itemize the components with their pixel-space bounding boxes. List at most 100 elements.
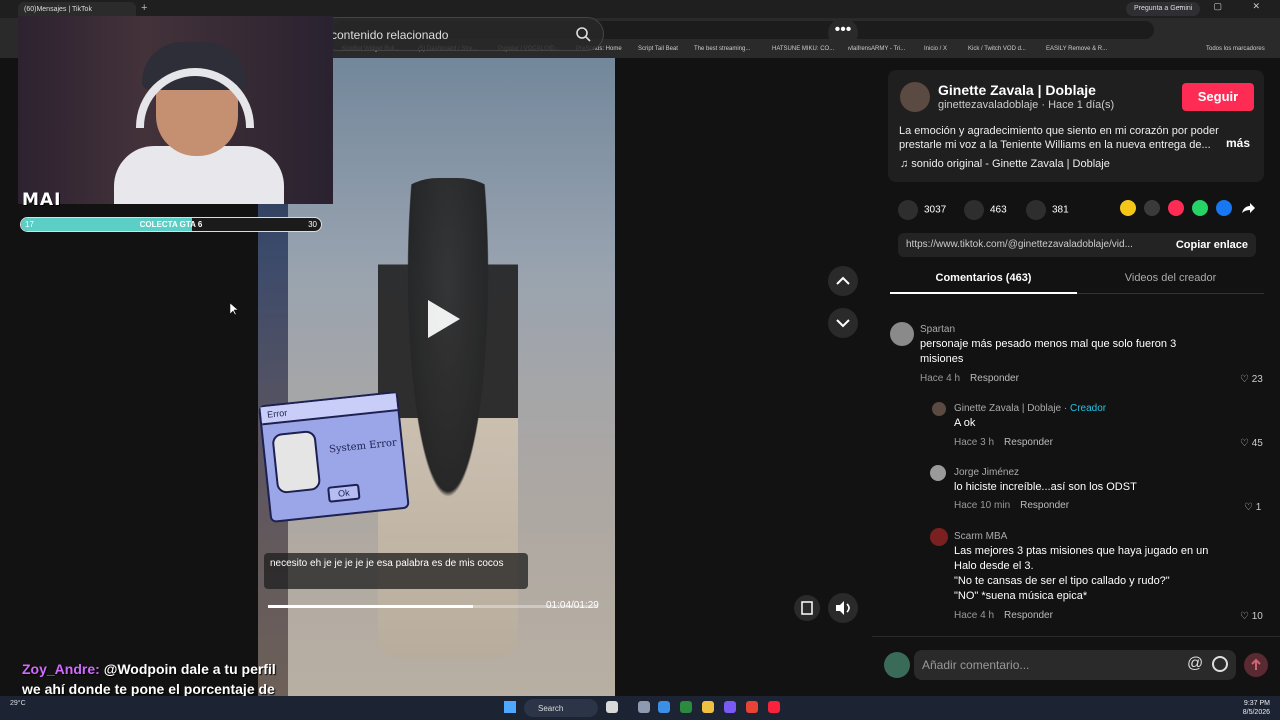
- app-icon[interactable]: [680, 701, 692, 713]
- comment-username[interactable]: Scarm MBA: [954, 531, 1007, 542]
- next-video-button[interactable]: [828, 308, 858, 338]
- like-stat[interactable]: 3037: [898, 200, 946, 220]
- sticker-ok: Ok: [327, 483, 361, 503]
- bookmark[interactable]: Script Tail Beat: [638, 46, 678, 52]
- whatsapp-icon[interactable]: [1192, 200, 1208, 216]
- comment-like-count: 45: [1251, 438, 1263, 449]
- volume-icon: [836, 601, 850, 615]
- reply-button[interactable]: Responder: [1004, 610, 1053, 621]
- creator-avatar[interactable]: [932, 402, 946, 416]
- link-box: https://www.tiktok.com/@ginettezavaladob…: [898, 233, 1256, 257]
- comment-time: Hace 4 h: [954, 610, 995, 621]
- copy-link-button[interactable]: Copiar enlace: [1176, 239, 1248, 251]
- comment-meta: Hace 4 h Responder: [954, 610, 1053, 621]
- taskview-icon[interactable]: [606, 701, 618, 713]
- creator-badge: Creador: [1070, 403, 1107, 414]
- comment-placeholder: Añadir comentario...: [922, 658, 1030, 672]
- coin-icon[interactable]: [1120, 200, 1136, 216]
- comment-time: Hace 4 h: [920, 373, 961, 384]
- previous-video-button[interactable]: [828, 266, 858, 296]
- commenter-avatar[interactable]: [930, 465, 946, 481]
- clock-date: 8/5/2026: [1242, 709, 1270, 716]
- music-icon[interactable]: [768, 701, 780, 713]
- comment-line: "NO" *suena música epica*: [954, 590, 1088, 602]
- embed-icon[interactable]: [1144, 200, 1160, 216]
- post-url[interactable]: https://www.tiktok.com/@ginettezavaladob…: [906, 239, 1160, 250]
- author-avatar[interactable]: [900, 82, 930, 112]
- reply-button[interactable]: Responder: [1004, 437, 1053, 448]
- related-search-bar[interactable]: contenido relacionado: [320, 17, 604, 51]
- tab-creator-videos[interactable]: Videos del creador: [1077, 268, 1264, 294]
- share-arrow-svg: [1242, 203, 1255, 213]
- share-arrow-icon[interactable]: [1240, 200, 1256, 216]
- new-tab-button[interactable]: +: [141, 2, 147, 14]
- taskbar-search[interactable]: Search: [524, 699, 598, 717]
- volume-button[interactable]: [828, 593, 858, 623]
- sound-link[interactable]: ♫ sonido original - Ginette Zavala | Dob…: [900, 158, 1110, 170]
- chat-username: Zoy_Andre:: [22, 661, 100, 677]
- app-icon[interactable]: [724, 701, 736, 713]
- more-options-button[interactable]: •••: [828, 18, 858, 48]
- comment-line: Las mejores 3 ptas misiones que haya jug…: [954, 545, 1209, 557]
- arrow-up-icon: [1251, 658, 1261, 670]
- mention-icon[interactable]: @: [1187, 655, 1203, 673]
- play-icon[interactable]: [418, 296, 464, 342]
- post-comment-button[interactable]: [1244, 653, 1268, 677]
- reply-user-name: Ginette Zavala | Doblaje: [954, 403, 1062, 414]
- weather-widget[interactable]: 29°C: [10, 700, 26, 707]
- folder-icon[interactable]: [702, 701, 714, 713]
- comment-username[interactable]: Jorge Jiménez: [954, 467, 1019, 478]
- bookmark[interactable]: Inicio / X: [924, 46, 947, 52]
- comment-like[interactable]: ♡ 45: [1240, 438, 1263, 449]
- bookmark[interactable]: MaifrensARMY - Tri...: [848, 46, 905, 52]
- comment-like-count: 23: [1251, 374, 1263, 385]
- comment-like[interactable]: ♡ 10: [1240, 611, 1263, 622]
- comment-text: Las mejores 3 ptas misiones que haya jug…: [954, 544, 1254, 604]
- bookmark[interactable]: Kick / Twitch VOD d...: [968, 46, 1026, 52]
- post-description: La emoción y agradecimiento que siento e…: [899, 125, 1219, 151]
- miniplayer-button[interactable]: [794, 595, 820, 621]
- author-name[interactable]: Ginette Zavala | Doblaje: [938, 82, 1096, 98]
- reply-button[interactable]: Responder: [1020, 500, 1069, 511]
- reply-username[interactable]: Ginette Zavala | Doblaje · Creador: [954, 403, 1106, 414]
- goal-end: 30: [308, 220, 317, 229]
- comment-meta: Hace 4 h Responder: [920, 373, 1019, 384]
- all-bookmarks[interactable]: Todos los marcadores: [1206, 46, 1265, 52]
- author-handle: ginettezavaladoblaje · Hace 1 día(s): [938, 99, 1115, 111]
- commenter-avatar[interactable]: [930, 528, 948, 546]
- emoji-icon[interactable]: [1212, 656, 1228, 672]
- my-avatar: [884, 652, 910, 678]
- comment-like-count: 1: [1255, 502, 1262, 513]
- facebook-icon[interactable]: [1216, 200, 1232, 216]
- app-icon[interactable]: [638, 701, 650, 713]
- comment-stat[interactable]: 463: [964, 200, 1007, 220]
- webcam-overlay: [18, 16, 333, 204]
- comment-line: "No te cansas de ser el tipo callado y r…: [954, 575, 1170, 587]
- reply-button[interactable]: Responder: [970, 373, 1019, 384]
- comment-like[interactable]: ♡ 23: [1240, 374, 1263, 385]
- bookmark[interactable]: EASILY Remove & R...: [1046, 46, 1107, 52]
- chrome-icon[interactable]: [746, 701, 758, 713]
- search-icon[interactable]: [575, 26, 591, 42]
- chevron-up-icon: [836, 276, 850, 285]
- comment-text: A ok: [954, 417, 976, 429]
- app-icon[interactable]: [658, 701, 670, 713]
- comment-username[interactable]: Spartan: [920, 324, 955, 335]
- commenter-avatar[interactable]: [890, 322, 914, 346]
- save-count: 381: [1052, 204, 1069, 216]
- bookmark[interactable]: The best streaming...: [694, 46, 750, 52]
- windows-start-icon[interactable]: [504, 701, 516, 713]
- window-controls[interactable]: – ▢ ✕: [1178, 1, 1274, 12]
- tab-comments[interactable]: Comentarios (463): [890, 268, 1077, 294]
- comment-time: Hace 10 min: [954, 500, 1011, 511]
- save-stat[interactable]: 381: [1026, 200, 1069, 220]
- comment-like[interactable]: ♡ 1: [1244, 502, 1261, 513]
- bookmark[interactable]: HATSUNE MIKU: CO...: [772, 46, 834, 52]
- more-link[interactable]: más: [1226, 136, 1250, 150]
- send-to-friends-icon[interactable]: [1168, 200, 1184, 216]
- follow-button[interactable]: Seguir: [1182, 83, 1254, 111]
- windows-taskbar: 29°C Search 9:37 PM 8/5/2026: [0, 696, 1280, 720]
- taskbar-clock[interactable]: 9:37 PM 8/5/2026: [1243, 699, 1270, 717]
- chevron-down-icon: [836, 319, 850, 328]
- heart-icon: [898, 200, 918, 220]
